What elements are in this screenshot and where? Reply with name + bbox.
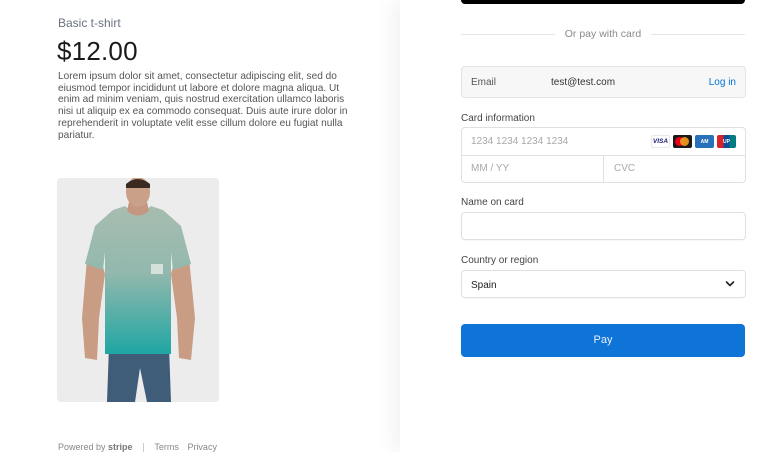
login-link[interactable]: Log in xyxy=(709,77,736,88)
visa-icon: VISA xyxy=(651,135,670,148)
product-panel: Basic t-shirt $12.00 Lorem ipsum dolor s… xyxy=(0,0,400,452)
country-value: Spain xyxy=(471,280,497,291)
chevron-down-icon xyxy=(725,281,735,287)
privacy-link[interactable]: Privacy xyxy=(187,442,217,452)
product-description: Lorem ipsum dolor sit amet, consectetur … xyxy=(58,71,348,141)
footer: Powered by stripe Terms Privacy xyxy=(58,442,223,452)
card-information-label: Card information xyxy=(461,113,535,124)
name-on-card-input[interactable] xyxy=(461,212,746,240)
email-value: test@test.com xyxy=(551,77,616,88)
card-information-group: 1234 1234 1234 1234 VISA AM UP MM / YY C… xyxy=(461,127,746,183)
mastercard-icon xyxy=(673,135,692,148)
product-name: Basic t-shirt xyxy=(58,16,121,30)
email-label: Email xyxy=(471,77,497,88)
product-image xyxy=(57,178,219,402)
card-field-separator xyxy=(603,156,604,183)
powered-by-text: Powered by xyxy=(58,442,106,452)
amex-icon: AM xyxy=(695,135,714,148)
expiry-input[interactable]: MM / YY xyxy=(471,163,509,174)
footer-divider xyxy=(143,442,145,452)
pay-button[interactable]: Pay xyxy=(461,324,745,357)
card-number-field[interactable]: 1234 1234 1234 1234 VISA AM UP xyxy=(462,128,745,156)
card-brand-icons: VISA AM UP xyxy=(651,135,736,148)
email-field[interactable]: Email test@test.com Log in xyxy=(461,66,746,98)
country-select[interactable]: Spain xyxy=(461,270,746,298)
stripe-logo: stripe xyxy=(108,442,133,452)
product-price: $12.00 xyxy=(57,36,138,66)
cvc-input[interactable]: CVC xyxy=(614,163,635,174)
card-expiry-cvc-row: MM / YY CVC xyxy=(462,156,745,183)
name-on-card-label: Name on card xyxy=(461,197,524,208)
express-pay-button[interactable] xyxy=(461,0,745,4)
terms-link[interactable]: Terms xyxy=(154,442,179,452)
unionpay-icon: UP xyxy=(717,135,736,148)
card-number-input[interactable]: 1234 1234 1234 1234 xyxy=(471,136,568,147)
country-label: Country or region xyxy=(461,255,539,266)
divider-line-right xyxy=(651,34,745,35)
pay-with-card-divider: Or pay with card xyxy=(461,27,745,41)
